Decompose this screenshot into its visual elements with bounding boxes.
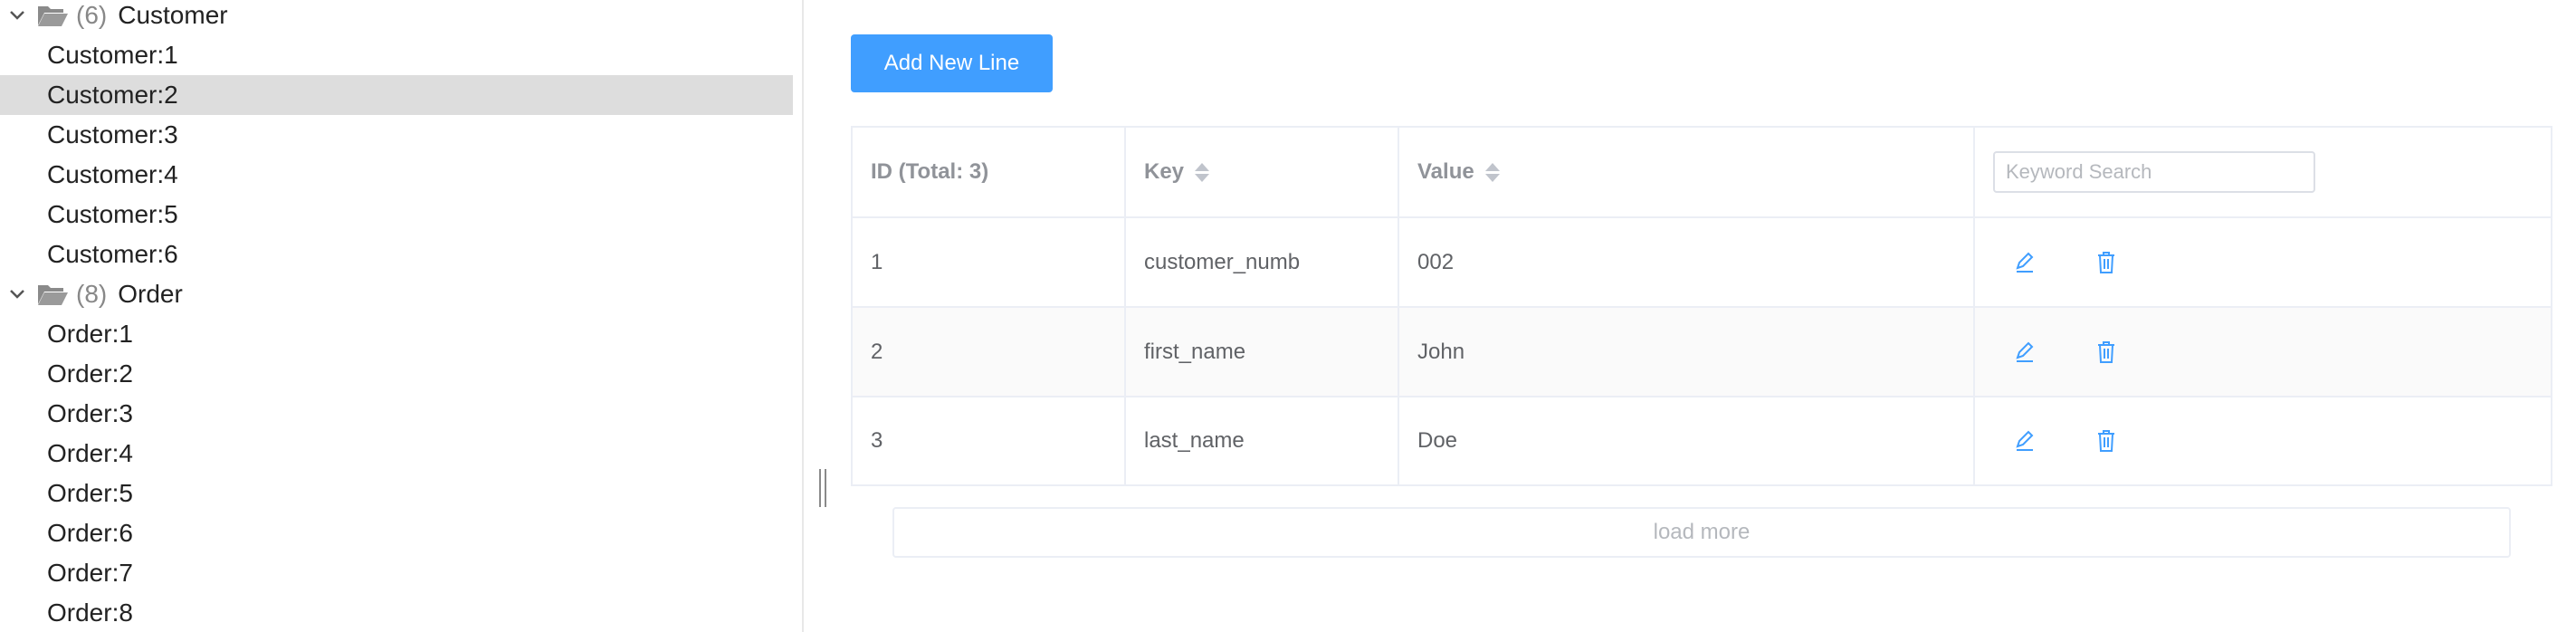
tree-folder-count: (8) xyxy=(76,280,108,308)
tree-item-label: Customer:1 xyxy=(47,41,178,69)
tree-folder-customer[interactable]: (6) Customer xyxy=(0,0,793,35)
tree-item[interactable]: Customer:4 xyxy=(0,155,793,195)
cell-id: 2 xyxy=(853,308,1126,396)
cell-key: last_name xyxy=(1126,397,1399,484)
tree-item[interactable]: Order:8 xyxy=(0,593,793,632)
tree-item-label: Order:3 xyxy=(47,399,133,427)
trash-icon[interactable] xyxy=(2093,427,2120,455)
tree-folder-label: Customer xyxy=(118,1,228,29)
tree-item[interactable]: Order:7 xyxy=(0,553,793,593)
trash-icon[interactable] xyxy=(2093,249,2120,276)
tree-item-label: Customer:2 xyxy=(47,81,178,109)
add-new-line-button[interactable]: Add New Line xyxy=(851,34,1053,92)
tree-item[interactable]: Customer:6 xyxy=(0,235,793,274)
column-header-id-label: ID (Total: 3) xyxy=(871,159,989,184)
cell-value: Doe xyxy=(1399,397,1975,484)
chevron-down-icon[interactable] xyxy=(7,5,27,25)
tree-item[interactable]: Order:5 xyxy=(0,474,793,513)
column-header-key[interactable]: Key xyxy=(1126,128,1399,216)
tree-item[interactable]: Order:6 xyxy=(0,513,793,553)
keyword-search-input[interactable] xyxy=(1993,151,2315,193)
trash-icon[interactable] xyxy=(2093,339,2120,366)
edit-icon[interactable] xyxy=(2011,339,2038,366)
tree-folder-order[interactable]: (8) Order xyxy=(0,274,793,314)
cell-id: 1 xyxy=(853,218,1126,306)
key-tree: (6) Customer Customer:1 Customer:2 Custo… xyxy=(0,0,804,632)
key-value-table: ID (Total: 3) Key Value 1 customer_numb … xyxy=(851,126,2552,486)
tree-item-label: Customer:3 xyxy=(47,120,178,148)
column-header-value-label: Value xyxy=(1417,159,1474,184)
tree-item[interactable]: Order:2 xyxy=(0,354,793,394)
edit-icon[interactable] xyxy=(2011,427,2038,455)
load-more-button[interactable]: load more xyxy=(892,507,2511,558)
tree-item[interactable]: Order:1 xyxy=(0,314,793,354)
column-header-search xyxy=(1975,128,2551,216)
table-row: 1 customer_numb 002 xyxy=(853,218,2551,308)
tree-item-label: Customer:5 xyxy=(47,200,178,228)
column-header-key-label: Key xyxy=(1144,159,1185,184)
cell-actions xyxy=(1975,308,2551,396)
tree-item-label: Order:6 xyxy=(47,519,133,547)
tree-item[interactable]: Customer:1 xyxy=(0,35,793,75)
tree-item[interactable]: Order:3 xyxy=(0,394,793,434)
sort-icon[interactable] xyxy=(1195,162,1210,182)
cell-value: John xyxy=(1399,308,1975,396)
panel-resize-handle[interactable] xyxy=(819,469,826,507)
tree-item-label: Order:4 xyxy=(47,439,133,467)
tree-item-label: Order:2 xyxy=(47,359,133,388)
cell-id: 3 xyxy=(853,397,1126,484)
tree-item-selected[interactable]: Customer:2 xyxy=(0,75,793,115)
tree-item-label: Order:7 xyxy=(47,559,133,587)
chevron-down-icon[interactable] xyxy=(7,284,27,304)
tree-item-label: Order:8 xyxy=(47,598,133,627)
tree-item[interactable]: Customer:3 xyxy=(0,115,793,155)
folder-open-icon xyxy=(36,3,69,28)
cell-actions xyxy=(1975,218,2551,306)
tree-item-label: Order:1 xyxy=(47,320,133,348)
app-window: (6) Customer Customer:1 Customer:2 Custo… xyxy=(0,0,2576,632)
tree-item[interactable]: Order:4 xyxy=(0,434,793,474)
tree-item-label: Customer:6 xyxy=(47,240,178,268)
sort-icon[interactable] xyxy=(1484,162,1500,182)
folder-open-icon xyxy=(36,282,69,307)
tree-item-label: Customer:4 xyxy=(47,160,178,188)
table-row: 3 last_name Doe xyxy=(853,397,2551,484)
cell-actions xyxy=(1975,397,2551,484)
edit-icon[interactable] xyxy=(2011,249,2038,276)
column-header-value[interactable]: Value xyxy=(1399,128,1975,216)
tree-folder-count: (6) xyxy=(76,1,108,29)
tree-item-label: Order:5 xyxy=(47,479,133,507)
cell-value: 002 xyxy=(1399,218,1975,306)
tree-folder-label: Order xyxy=(118,280,183,308)
cell-key: first_name xyxy=(1126,308,1399,396)
column-header-id: ID (Total: 3) xyxy=(853,128,1126,216)
tree-item[interactable]: Customer:5 xyxy=(0,195,793,235)
table-header-row: ID (Total: 3) Key Value xyxy=(853,128,2551,218)
cell-key: customer_numb xyxy=(1126,218,1399,306)
table-row: 2 first_name John xyxy=(853,308,2551,397)
